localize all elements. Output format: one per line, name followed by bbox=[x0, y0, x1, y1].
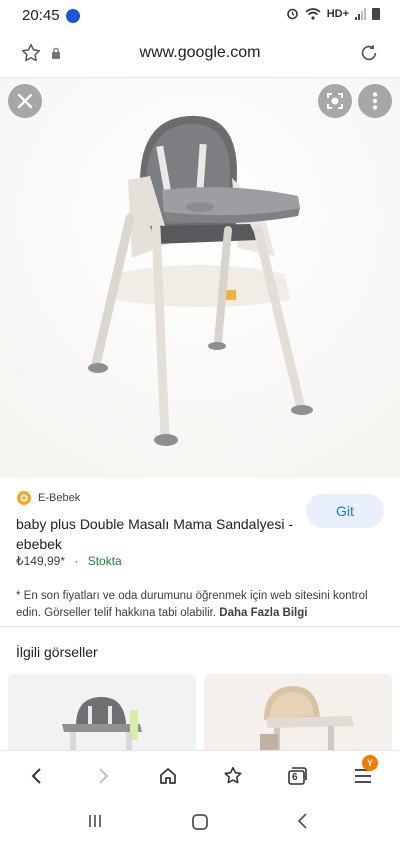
url-text[interactable]: www.google.com bbox=[0, 44, 400, 62]
back-nav-icon[interactable] bbox=[296, 812, 310, 830]
notification-icon bbox=[66, 9, 80, 23]
home-icon bbox=[160, 768, 176, 784]
more-info-link[interactable]: Daha Fazla Bilgi bbox=[219, 607, 307, 619]
status-time: 20:45 bbox=[22, 7, 60, 24]
price-row: ₺149,99* · Stokta bbox=[16, 554, 122, 568]
wifi-icon bbox=[305, 7, 321, 20]
source-name: E-Bebek bbox=[38, 492, 81, 504]
forward-button[interactable] bbox=[90, 763, 116, 789]
price-separator: · bbox=[74, 554, 79, 568]
price: ₺149,99* bbox=[16, 554, 66, 568]
source-favicon-icon bbox=[17, 491, 31, 505]
more-options-button[interactable] bbox=[358, 84, 392, 118]
tabs-button[interactable]: 6 bbox=[284, 763, 310, 789]
source-row[interactable]: E-Bebek bbox=[16, 490, 80, 506]
related-heading: İlgili görseller bbox=[16, 644, 98, 660]
result-title[interactable]: baby plus Double Masalı Mama Sandalyesi … bbox=[16, 514, 301, 554]
alarm-icon bbox=[286, 8, 298, 20]
reload-icon[interactable] bbox=[358, 42, 380, 64]
back-button[interactable] bbox=[24, 763, 50, 789]
home-button[interactable] bbox=[155, 763, 181, 789]
network-label: HD+ bbox=[326, 7, 349, 20]
menu-badge: Y bbox=[362, 755, 378, 771]
divider bbox=[0, 626, 400, 627]
disclaimer-text: * En son fiyatları ve oda durumunu öğren… bbox=[16, 590, 368, 619]
status-bar: 20:45 HD+ bbox=[0, 0, 400, 30]
visit-button[interactable]: Git bbox=[306, 494, 384, 528]
related-thumbnail[interactable] bbox=[204, 674, 392, 750]
battery-icon bbox=[372, 7, 380, 20]
high-chair-image bbox=[0, 78, 400, 478]
image-viewer bbox=[0, 78, 400, 478]
more-vert-icon bbox=[372, 92, 378, 110]
related-image bbox=[8, 674, 196, 750]
close-button[interactable] bbox=[8, 84, 42, 118]
chevron-left-icon bbox=[31, 768, 41, 784]
signal-icon bbox=[355, 7, 366, 20]
bookmarks-star-icon bbox=[224, 766, 242, 784]
related-thumbnail[interactable] bbox=[8, 674, 196, 750]
browser-toolbar: 6 Y bbox=[0, 750, 400, 800]
disclaimer: * En son fiyatları ve oda durumunu öğren… bbox=[16, 588, 386, 622]
stock-status: Stokta bbox=[87, 554, 122, 568]
menu-button[interactable]: Y bbox=[350, 755, 378, 789]
lens-button[interactable] bbox=[318, 84, 352, 118]
lens-icon bbox=[327, 93, 343, 109]
recent-apps-icon[interactable] bbox=[86, 812, 104, 830]
bookmarks-button[interactable] bbox=[220, 763, 246, 789]
status-icons: HD+ bbox=[286, 7, 380, 20]
address-bar: www.google.com bbox=[0, 30, 400, 78]
close-icon bbox=[17, 93, 33, 109]
related-image bbox=[204, 674, 392, 750]
chevron-right-icon bbox=[99, 768, 109, 784]
system-navigation-bar bbox=[0, 800, 400, 844]
tab-count: 6 bbox=[292, 772, 298, 783]
home-nav-icon[interactable] bbox=[190, 812, 210, 832]
